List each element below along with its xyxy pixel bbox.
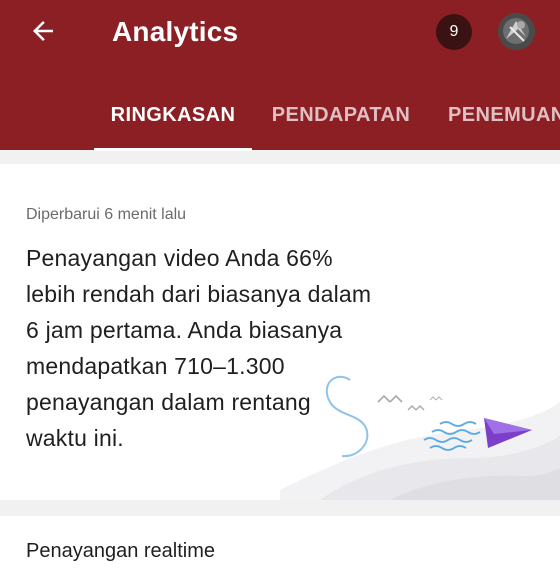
- back-arrow-icon[interactable]: [26, 14, 60, 48]
- tab-bar: RINGKASAN PENDAPATAN PENEMUAN: [0, 96, 560, 150]
- page-title: Analytics: [112, 16, 239, 47]
- user-avatar-image: [498, 13, 535, 50]
- avatar[interactable]: [498, 13, 535, 50]
- app-bar: Analytics 9 RINGKASAN PENDAPATAN PENEMUA…: [0, 0, 560, 151]
- summary-card[interactable]: Diperbarui 6 menit lalu Penayangan video…: [0, 164, 560, 500]
- updated-timestamp: Diperbarui 6 menit lalu: [26, 206, 187, 223]
- tab-ringkasan[interactable]: RINGKASAN: [94, 96, 252, 150]
- tab-pendapatan[interactable]: PENDAPATAN: [258, 96, 424, 150]
- paper-plane-illustration: [280, 375, 560, 500]
- notification-badge[interactable]: 9: [436, 14, 472, 50]
- insight-line: lebih rendah dari biasanya dalam: [26, 281, 372, 307]
- insight-line: Penayangan video Anda 66%: [26, 245, 333, 271]
- realtime-card[interactable]: Penayangan realtime: [0, 516, 560, 576]
- tab-penemuan[interactable]: PENEMUAN: [438, 96, 560, 150]
- active-tab-indicator: [94, 148, 252, 151]
